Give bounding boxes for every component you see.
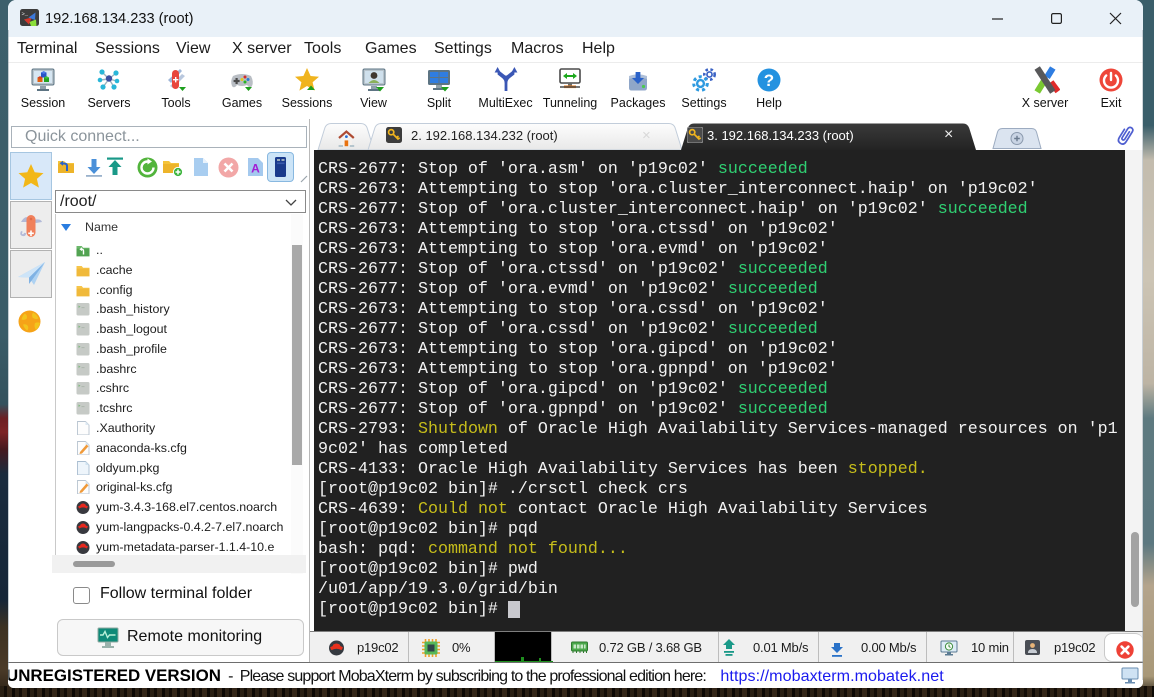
svg-text:>_: >_ <box>22 11 29 18</box>
svg-text:?: ? <box>764 71 774 90</box>
svg-text:A: A <box>251 162 260 176</box>
